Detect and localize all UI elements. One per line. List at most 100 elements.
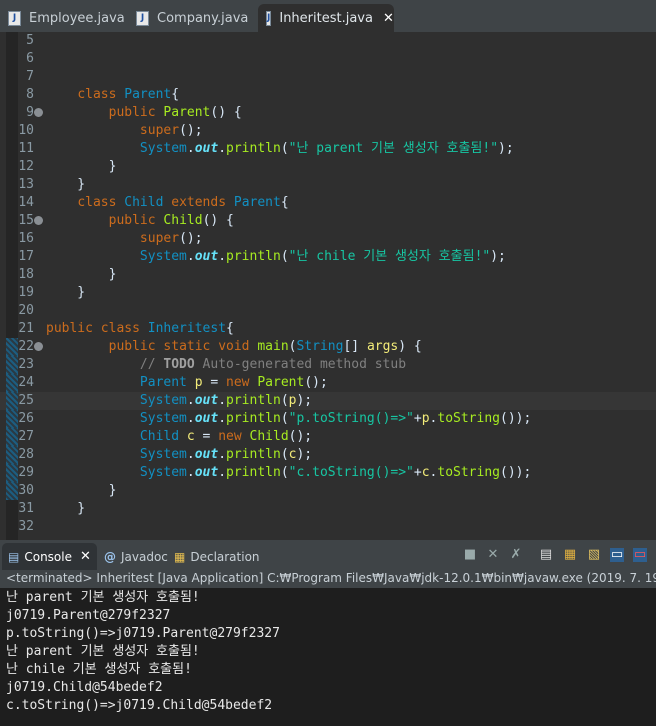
- code-token: Parent: [233, 195, 281, 210]
- code-line[interactable]: 23 // TODO Auto-generated method stub: [0, 356, 656, 374]
- code-line[interactable]: 10 super();: [0, 122, 656, 140]
- code-token: .: [186, 447, 195, 462]
- code-line[interactable]: 22 public static void main(String[] args…: [0, 338, 656, 356]
- line-number: 12: [18, 159, 34, 174]
- line-number: 9: [26, 105, 34, 120]
- close-icon[interactable]: ✕: [80, 549, 91, 564]
- code-line[interactable]: 14 class Child extends Parent{: [0, 194, 656, 212]
- fold-collapse-icon[interactable]: [34, 342, 43, 351]
- code-token: println: [226, 447, 281, 462]
- console-output-line: p.toString()=>j0719.Parent@279f2327: [6, 626, 280, 641]
- code-token: .: [186, 141, 195, 156]
- code-line[interactable]: 27 Child c = new Child();: [0, 428, 656, 446]
- line-number: 26: [18, 411, 34, 426]
- console-output-line: j0719.Parent@279f2327: [6, 608, 171, 623]
- code-line[interactable]: 12 }: [0, 158, 656, 176]
- console-output-line: 난 parent 기본 생성자 호출됨!: [6, 590, 200, 605]
- tab-company-java[interactable]: J Company.java: [128, 4, 256, 32]
- code-token: Parent: [124, 87, 172, 102]
- line-number: 7: [26, 69, 34, 84]
- code-token: ();: [304, 375, 328, 390]
- tab-label: Console: [24, 549, 72, 564]
- code-line[interactable]: 21 public class Inheritest{: [0, 320, 656, 338]
- code-line[interactable]: 30 }: [0, 482, 656, 500]
- code-text: public Child() {: [46, 212, 234, 230]
- code-token: .: [186, 249, 195, 264]
- code-line[interactable]: 15 public Child() {: [0, 212, 656, 230]
- word-wrap-icon[interactable]: ▧: [587, 548, 601, 562]
- fold-collapse-icon[interactable]: [34, 108, 43, 117]
- tab-javadoc[interactable]: @ Javadoc: [98, 543, 174, 570]
- show-on-stdout-icon[interactable]: ▭: [610, 548, 624, 562]
- code-token: Child: [163, 213, 203, 228]
- code-line[interactable]: 31 }: [0, 500, 656, 518]
- code-line[interactable]: 11 System.out.println("난 parent 기본 생성자 호…: [0, 140, 656, 158]
- code-line[interactable]: 7: [0, 68, 656, 86]
- code-token: TODO: [163, 357, 195, 372]
- line-number: 16: [18, 231, 34, 246]
- code-line[interactable]: 9 public Parent() {: [0, 104, 656, 122]
- code-token: toString: [437, 411, 500, 426]
- code-token: Auto-generated method stub: [194, 357, 407, 372]
- code-token: super: [139, 231, 180, 246]
- tab-employee-java[interactable]: J Employee.java: [0, 4, 133, 32]
- code-token: "c.toString()=>": [288, 465, 414, 480]
- code-token: toString: [437, 465, 500, 480]
- code-line[interactable]: 8 class Parent{: [0, 86, 656, 104]
- code-token: }: [46, 177, 86, 192]
- code-line[interactable]: 13 }: [0, 176, 656, 194]
- code-line[interactable]: 6: [0, 50, 656, 68]
- scroll-lock-icon[interactable]: ▦: [563, 548, 577, 562]
- console-tabs: ▤ Console ✕ @ Javadoc ▦ Declaration ■ ✕ ✗ ▤ …: [0, 540, 656, 570]
- code-text: super();: [46, 230, 203, 248]
- console-output[interactable]: 난 parent 기본 생성자 호출됨! j0719.Parent@279f232…: [0, 588, 656, 726]
- code-token: Parent: [257, 375, 305, 390]
- code-token: );: [498, 141, 514, 156]
- tab-inheritest-java[interactable]: J Inheritest.java ✕: [258, 4, 394, 32]
- code-token: }: [46, 501, 86, 516]
- code-line[interactable]: 26 System.out.println("p.toString()=>"+p…: [0, 410, 656, 428]
- code-editor[interactable]: 567 8 class Parent{9 public Parent() {10 …: [0, 32, 656, 540]
- show-on-stderr-icon[interactable]: ▭: [633, 548, 647, 562]
- fold-collapse-icon[interactable]: [34, 216, 43, 225]
- code-line[interactable]: 25 System.out.println(p);: [0, 392, 656, 410]
- close-icon[interactable]: ✕: [383, 11, 394, 26]
- code-token: }: [46, 267, 117, 282]
- declaration-icon: ▦: [174, 549, 186, 564]
- remove-all-terminated-icon[interactable]: ✗: [509, 548, 523, 562]
- code-token: out: [194, 393, 219, 408]
- code-token: p: [194, 375, 203, 390]
- tab-console[interactable]: ▤ Console ✕: [2, 543, 97, 570]
- code-line[interactable]: 28 System.out.println(c);: [0, 446, 656, 464]
- code-line[interactable]: 18 }: [0, 266, 656, 284]
- code-line[interactable]: 19 }: [0, 284, 656, 302]
- code-line[interactable]: 24 Parent p = new Parent();: [0, 374, 656, 392]
- tab-declaration[interactable]: ▦ Declaration: [168, 543, 266, 570]
- code-token: (: [280, 411, 289, 426]
- code-line[interactable]: 20: [0, 302, 656, 320]
- code-token: out: [194, 411, 219, 426]
- occurrence-marker: [6, 356, 18, 374]
- code-token: System: [139, 141, 187, 156]
- code-line[interactable]: 5: [0, 32, 656, 50]
- occurrence-marker: [6, 482, 18, 500]
- console-output-line: 난 chile 기본 생성자 호출됨!: [6, 662, 192, 677]
- code-text: Child c = new Child();: [46, 428, 312, 446]
- code-token: new: [218, 429, 250, 444]
- code-token: public: [108, 105, 164, 120]
- remove-launch-icon[interactable]: ✕: [486, 548, 500, 562]
- code-token: []: [343, 339, 367, 354]
- code-line[interactable]: 16 super();: [0, 230, 656, 248]
- code-text: }: [46, 158, 117, 176]
- clear-console-icon[interactable]: ▤: [539, 548, 553, 562]
- code-line[interactable]: 17 System.out.println("난 chile 기본 생성자 호출…: [0, 248, 656, 266]
- code-line[interactable]: 32: [0, 518, 656, 536]
- code-line[interactable]: 29 System.out.println("c.toString()=>"+c…: [0, 464, 656, 482]
- line-number: 25: [18, 393, 34, 408]
- code-token: );: [296, 393, 313, 408]
- terminate-icon[interactable]: ■: [463, 548, 477, 562]
